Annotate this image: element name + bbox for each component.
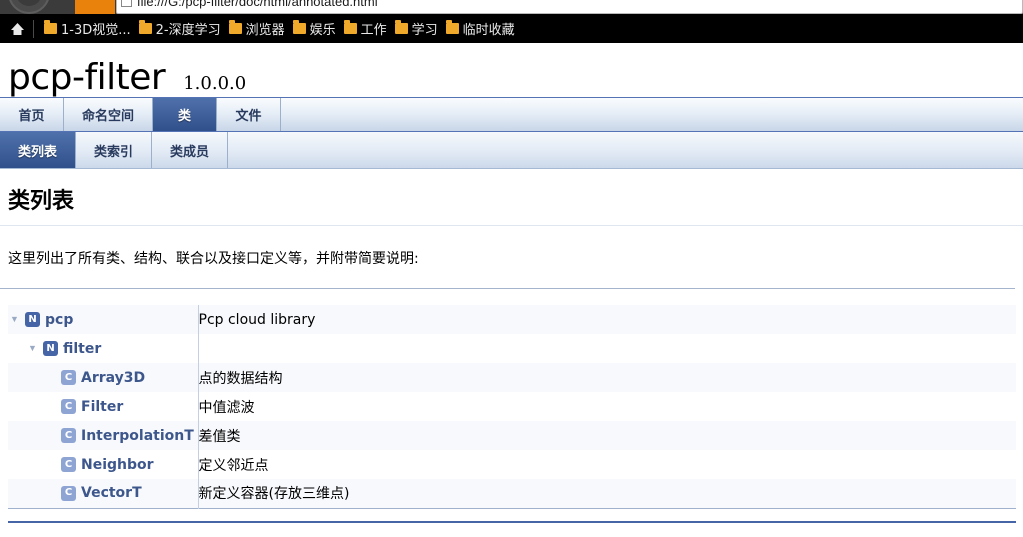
- folder-icon: [292, 20, 306, 34]
- table-row[interactable]: ▼ N pcp Pcp cloud library: [8, 305, 1016, 334]
- tab-files[interactable]: 文件: [217, 98, 282, 131]
- entry-name-link[interactable]: pcp: [45, 312, 73, 328]
- entry-description: Pcp cloud library: [198, 311, 316, 328]
- bookmark-label: 娱乐: [309, 23, 336, 38]
- entry-name-link[interactable]: Filter: [81, 399, 123, 415]
- entry-description: 点的数据结构: [198, 370, 283, 387]
- bookmark-label: 2-深度学习: [155, 23, 221, 38]
- page-title: 类列表: [8, 189, 75, 214]
- page-header: 类列表: [0, 169, 1023, 226]
- folder-icon: [343, 20, 357, 34]
- bookmark-label: 临时收藏: [462, 23, 515, 38]
- entry-cell: C Neighbor: [8, 450, 199, 479]
- class-icon: C: [61, 399, 76, 414]
- home-icon[interactable]: [6, 19, 28, 39]
- bookmark-item[interactable]: 1-3D视觉...: [42, 17, 137, 40]
- bookmarks-bar: 1-3D视觉... 2-深度学习 浏览器 娱乐 工作 学习 临时收藏: [0, 14, 1023, 43]
- bookmark-label: 1-3D视觉...: [61, 23, 131, 38]
- table-row[interactable]: C Filter 中值滤波: [8, 392, 1016, 421]
- entry-name-link[interactable]: Neighbor: [81, 457, 154, 473]
- address-bar[interactable]: file:///G:/pcp-filter/doc/html/annotated…: [116, 0, 1023, 14]
- expand-arrow-icon[interactable]: ▼: [10, 315, 20, 324]
- entry-cell: C InterpolationT: [8, 421, 199, 450]
- entry-description: 中值滤波: [198, 399, 255, 416]
- class-icon: C: [61, 370, 76, 385]
- namespace-icon: N: [25, 312, 40, 327]
- bookmark-item[interactable]: 学习: [393, 17, 444, 40]
- browser-tab[interactable]: [75, 0, 115, 14]
- address-bar-text: file:///G:/pcp-filter/doc/html/annotated…: [137, 0, 378, 9]
- class-directory-table: ▼ N pcp Pcp cloud library ▼ N filter C A…: [8, 305, 1016, 509]
- folder-icon: [394, 20, 408, 34]
- project-name: pcp-filter: [8, 57, 166, 98]
- namespace-icon: N: [43, 341, 58, 356]
- page-icon: [121, 0, 132, 7]
- entry-cell: C Array3D: [8, 363, 199, 392]
- footer-divider: [8, 520, 1016, 523]
- tab-class-members[interactable]: 类成员: [152, 132, 229, 168]
- page-description: 这里列出了所有类、结构、联合以及接口定义等，并附带简要说明:: [0, 226, 1015, 289]
- bookmark-item[interactable]: 娱乐: [291, 17, 342, 40]
- entry-name-link[interactable]: filter: [63, 341, 101, 357]
- entry-name-link[interactable]: InterpolationT: [81, 428, 194, 444]
- browser-nav-button-inner: [16, 0, 42, 6]
- bookmarks-separator: [33, 19, 34, 38]
- tab-class-list[interactable]: 类列表: [0, 132, 77, 168]
- entry-name-link[interactable]: Array3D: [81, 370, 145, 386]
- tab-class-index[interactable]: 类索引: [76, 132, 153, 168]
- table-row[interactable]: C InterpolationT 差值类: [8, 421, 1016, 450]
- tab-namespaces[interactable]: 命名空间: [64, 98, 154, 131]
- class-icon: C: [61, 485, 76, 501]
- bookmark-item[interactable]: 2-深度学习: [137, 17, 227, 40]
- browser-chrome: file:///G:/pcp-filter/doc/html/annotated…: [0, 0, 1023, 14]
- entry-description: 差值类: [198, 428, 241, 445]
- folder-icon: [138, 20, 152, 34]
- table-row[interactable]: C Array3D 点的数据结构: [8, 363, 1016, 392]
- class-icon: C: [61, 428, 76, 443]
- entry-cell: ▼ N filter: [8, 334, 199, 363]
- table-row[interactable]: C VectorT 新定义容器(存放三维点): [8, 479, 1016, 508]
- entry-description: 定义邻近点: [198, 457, 269, 474]
- folder-icon: [228, 20, 242, 34]
- entry-description: [198, 334, 1016, 363]
- project-title-area: pcp-filter 1.0.0.0: [0, 43, 1023, 98]
- class-icon: C: [61, 457, 76, 472]
- primary-tab-bar-filler: [281, 98, 1023, 131]
- secondary-tab-bar: 类列表 类索引 类成员: [0, 132, 1023, 169]
- folder-icon: [44, 20, 57, 34]
- project-version: 1.0.0.0: [183, 73, 247, 94]
- bookmark-label: 浏览器: [245, 23, 285, 38]
- entry-description: 新定义容器(存放三维点): [198, 486, 350, 503]
- bookmark-item[interactable]: 浏览器: [227, 17, 291, 40]
- bookmark-label: 学习: [411, 23, 438, 38]
- expand-arrow-icon[interactable]: ▼: [28, 344, 38, 353]
- table-row[interactable]: ▼ N filter: [8, 334, 1016, 363]
- tab-home[interactable]: 首页: [0, 98, 64, 131]
- entry-cell: ▼ N pcp: [8, 305, 199, 334]
- secondary-tab-bar-filler: [228, 132, 1023, 168]
- folder-icon: [445, 20, 459, 34]
- bookmark-item[interactable]: 工作: [342, 17, 393, 40]
- tab-classes[interactable]: 类: [153, 98, 218, 131]
- bookmark-label: 工作: [360, 23, 387, 38]
- primary-tab-bar: 首页 命名空间 类 文件: [0, 97, 1023, 132]
- bookmark-item[interactable]: 临时收藏: [444, 17, 521, 40]
- table-row[interactable]: C Neighbor 定义邻近点: [8, 450, 1016, 479]
- doxygen-page: pcp-filter 1.0.0.0 首页 命名空间 类 文件 类列表 类索引 …: [0, 43, 1023, 523]
- entry-cell: C VectorT: [8, 479, 199, 508]
- entry-cell: C Filter: [8, 392, 199, 421]
- entry-name-link[interactable]: VectorT: [81, 485, 142, 501]
